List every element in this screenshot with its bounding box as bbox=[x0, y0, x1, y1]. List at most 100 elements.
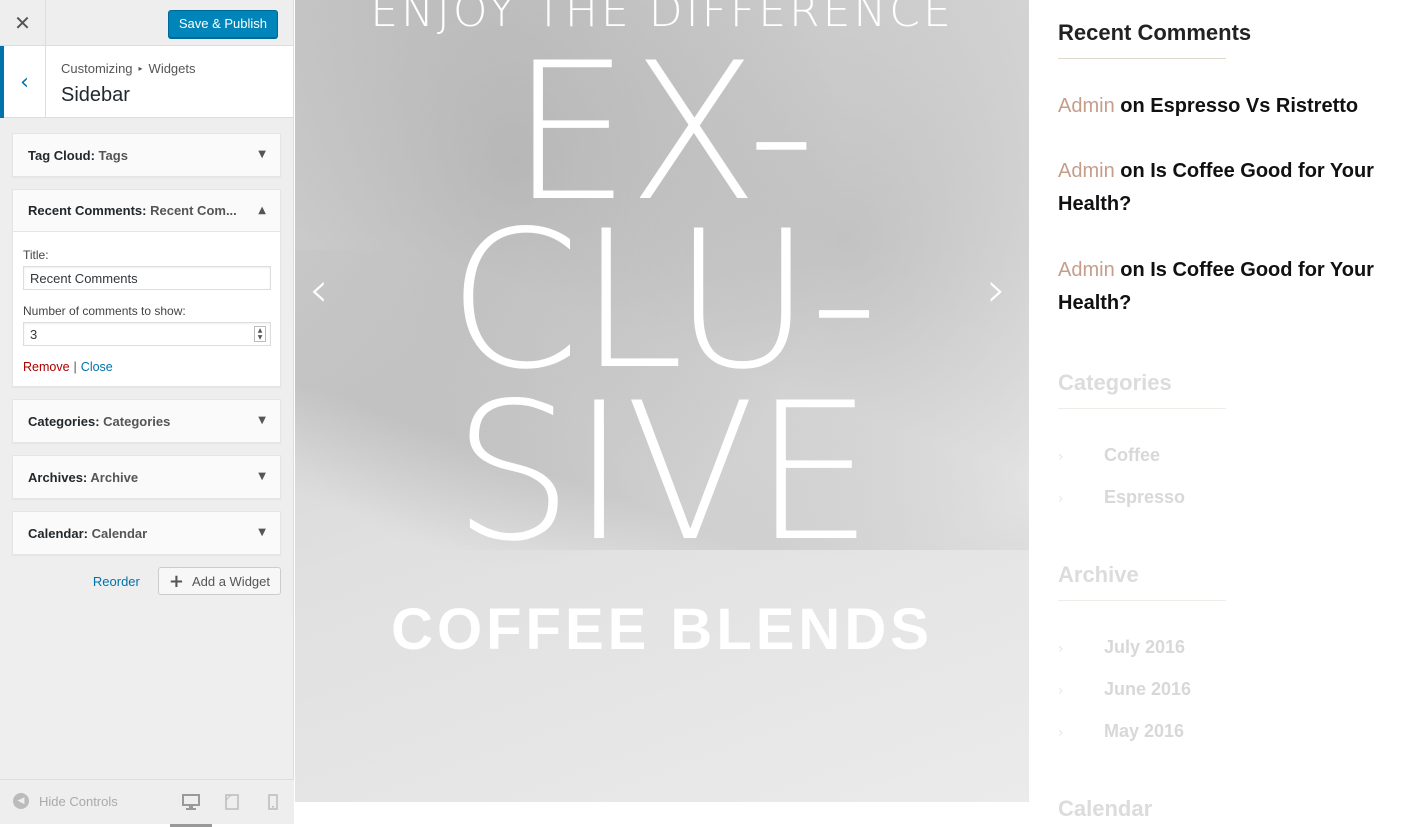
customizer-sidebar: ✕ Save & Publish ‹ Customizing ▸ Widgets S… bbox=[0, 0, 294, 827]
number-label: Number of comments to show: bbox=[23, 304, 186, 318]
widget-tag-cloud: Tag Cloud: Tags ▼ bbox=[12, 133, 281, 177]
widget-recent-comments-header[interactable]: Recent Comments: Recent Com... ▲ bbox=[13, 190, 280, 232]
desktop-preview-icon[interactable] bbox=[170, 792, 212, 827]
breadcrumb-root: Customizing bbox=[61, 61, 133, 76]
remove-link[interactable]: Remove bbox=[23, 360, 70, 374]
slider-prev-icon[interactable]: ‹ bbox=[309, 262, 328, 318]
separator: | bbox=[73, 360, 77, 374]
comment-on-text: on bbox=[1114, 95, 1151, 117]
widget-title: Recent Comments: Recent Com... bbox=[28, 203, 237, 218]
reorder-link[interactable]: Reorder bbox=[93, 574, 140, 589]
title-label: Title: bbox=[23, 248, 49, 262]
number-field-wrapper: ▲▼ bbox=[23, 322, 271, 356]
widget-title: Tag Cloud: Tags bbox=[28, 148, 128, 163]
archive-item[interactable]: › May 2016 bbox=[1058, 721, 1184, 742]
hide-controls-button[interactable]: ◀ Hide Controls bbox=[13, 793, 118, 809]
archive-label: June 2016 bbox=[1104, 679, 1192, 699]
archive-item[interactable]: › June 2016 bbox=[1058, 679, 1191, 700]
widget-subtitle: Recent Com... bbox=[150, 203, 237, 218]
section-header: ‹ Customizing ▸ Widgets Sidebar bbox=[0, 46, 293, 118]
heading-underline bbox=[1058, 408, 1226, 409]
widget-subtitle: Categories bbox=[103, 413, 171, 429]
add-widget-label: Add a Widget bbox=[191, 573, 270, 589]
expand-arrow-icon[interactable]: ▼ bbox=[258, 149, 266, 160]
hero-headline-line-3: SIVE bbox=[452, 362, 874, 583]
archive-item[interactable]: › July 2016 bbox=[1058, 637, 1185, 658]
widget-recent-comments: Recent Comments: Recent Com... ▲ Title: … bbox=[12, 189, 281, 387]
comment-on-text: on bbox=[1114, 160, 1151, 182]
section-title: Sidebar bbox=[61, 84, 130, 106]
breadcrumb-separator-icon: ▸ bbox=[138, 64, 143, 73]
comment-author-link[interactable]: Admin bbox=[1058, 259, 1115, 281]
recent-comment-item: Admin on Is Coffee Good for Your Health? bbox=[1058, 254, 1388, 320]
comment-post-link[interactable]: Espresso Vs Ristretto bbox=[1150, 95, 1358, 117]
recent-comment-item: Admin on Is Coffee Good for Your Health? bbox=[1058, 155, 1388, 221]
widget-footer-actions: Reorder + Add a Widget bbox=[0, 567, 293, 595]
save-publish-button[interactable]: Save & Publish bbox=[167, 10, 278, 38]
widget-archives-header[interactable]: Archives: Archive ▼ bbox=[13, 456, 280, 498]
comment-author-link[interactable]: Admin bbox=[1058, 160, 1115, 182]
widget-type: Tag Cloud: bbox=[28, 147, 95, 163]
hero-tagline: COFFEE BLENDS bbox=[391, 597, 933, 662]
back-icon[interactable]: ‹ bbox=[0, 46, 46, 118]
breadcrumb: Customizing ▸ Widgets bbox=[61, 61, 196, 76]
widget-categories: Categories: Categories ▼ bbox=[12, 399, 281, 443]
collapse-arrow-icon[interactable]: ▲ bbox=[258, 205, 266, 216]
category-item[interactable]: › Espresso bbox=[1058, 487, 1185, 508]
recent-comment-item: Admin on Espresso Vs Ristretto bbox=[1058, 90, 1388, 123]
widget-subtitle: Tags bbox=[98, 147, 128, 163]
site-sidebar: Recent Comments Admin on Espresso Vs Ris… bbox=[1029, 0, 1411, 824]
widget-heading: Categories bbox=[1058, 370, 1172, 395]
widget-title: Calendar: Calendar bbox=[28, 526, 147, 541]
customizer-footer: ◀ Hide Controls bbox=[0, 779, 294, 827]
preview-bottom-strip bbox=[295, 802, 1029, 824]
breadcrumb-current: Widgets bbox=[148, 61, 196, 76]
close-icon[interactable]: ✕ bbox=[0, 0, 46, 46]
recent-comments-widget-title: Recent Comments bbox=[1058, 20, 1251, 59]
widget-tag-cloud-header[interactable]: Tag Cloud: Tags ▼ bbox=[13, 134, 280, 176]
calendar-widget-title: Calendar bbox=[1058, 796, 1152, 822]
mobile-preview-icon[interactable] bbox=[263, 792, 283, 812]
widget-categories-header[interactable]: Categories: Categories ▼ bbox=[13, 400, 280, 442]
categories-widget-title: Categories bbox=[1058, 370, 1226, 409]
slider-next-icon[interactable]: › bbox=[987, 262, 1006, 318]
archive-widget-title: Archive bbox=[1058, 562, 1226, 601]
expand-arrow-icon[interactable]: ▼ bbox=[258, 527, 266, 538]
expand-arrow-icon[interactable]: ▼ bbox=[258, 415, 266, 426]
add-widget-button[interactable]: + Add a Widget bbox=[157, 567, 281, 595]
widget-type: Calendar: bbox=[28, 525, 88, 541]
comment-author-link[interactable]: Admin bbox=[1058, 95, 1115, 117]
category-label: Coffee bbox=[1104, 445, 1161, 465]
site-preview: ENJOY THE DIFFERENCE EX- CLU- SIVE COFFE… bbox=[295, 0, 1411, 824]
widget-actions: Remove | Close bbox=[23, 360, 270, 374]
widget-heading: Archive bbox=[1058, 562, 1139, 587]
hide-controls-label: Hide Controls bbox=[39, 793, 118, 809]
chevron-right-icon: › bbox=[1058, 491, 1064, 507]
widget-subtitle: Archive bbox=[90, 469, 139, 485]
close-link[interactable]: Close bbox=[81, 360, 113, 374]
chevron-right-icon: › bbox=[1058, 725, 1064, 741]
category-item[interactable]: › Coffee bbox=[1058, 445, 1160, 466]
widget-title: Archives: Archive bbox=[28, 470, 138, 485]
archive-label: July 2016 bbox=[1104, 637, 1186, 657]
heading-underline bbox=[1058, 58, 1226, 59]
number-of-comments-input[interactable] bbox=[23, 322, 271, 346]
archive-label: May 2016 bbox=[1104, 721, 1185, 741]
widget-type: Archives: bbox=[28, 469, 88, 485]
widget-recent-comments-form: Title: Number of comments to show: ▲▼ Re… bbox=[13, 232, 280, 386]
expand-arrow-icon[interactable]: ▼ bbox=[258, 471, 266, 482]
widget-heading: Recent Comments bbox=[1058, 20, 1252, 45]
chevron-right-icon: › bbox=[1058, 449, 1064, 465]
plus-icon: + bbox=[168, 570, 184, 592]
number-spinner[interactable]: ▲ ▼ bbox=[254, 326, 266, 342]
chevron-right-icon: › bbox=[1058, 683, 1064, 699]
widget-calendar-header[interactable]: Calendar: Calendar ▼ bbox=[13, 512, 280, 554]
hero-headline-line-2: CLU- bbox=[447, 190, 879, 411]
widget-heading: Calendar bbox=[1058, 796, 1153, 821]
tablet-preview-icon[interactable] bbox=[222, 792, 242, 812]
title-input[interactable] bbox=[23, 266, 271, 290]
widget-type: Categories: bbox=[28, 413, 100, 429]
widget-calendar: Calendar: Calendar ▼ bbox=[12, 511, 281, 555]
comment-on-text: on bbox=[1114, 259, 1151, 281]
heading-underline bbox=[1058, 600, 1226, 601]
